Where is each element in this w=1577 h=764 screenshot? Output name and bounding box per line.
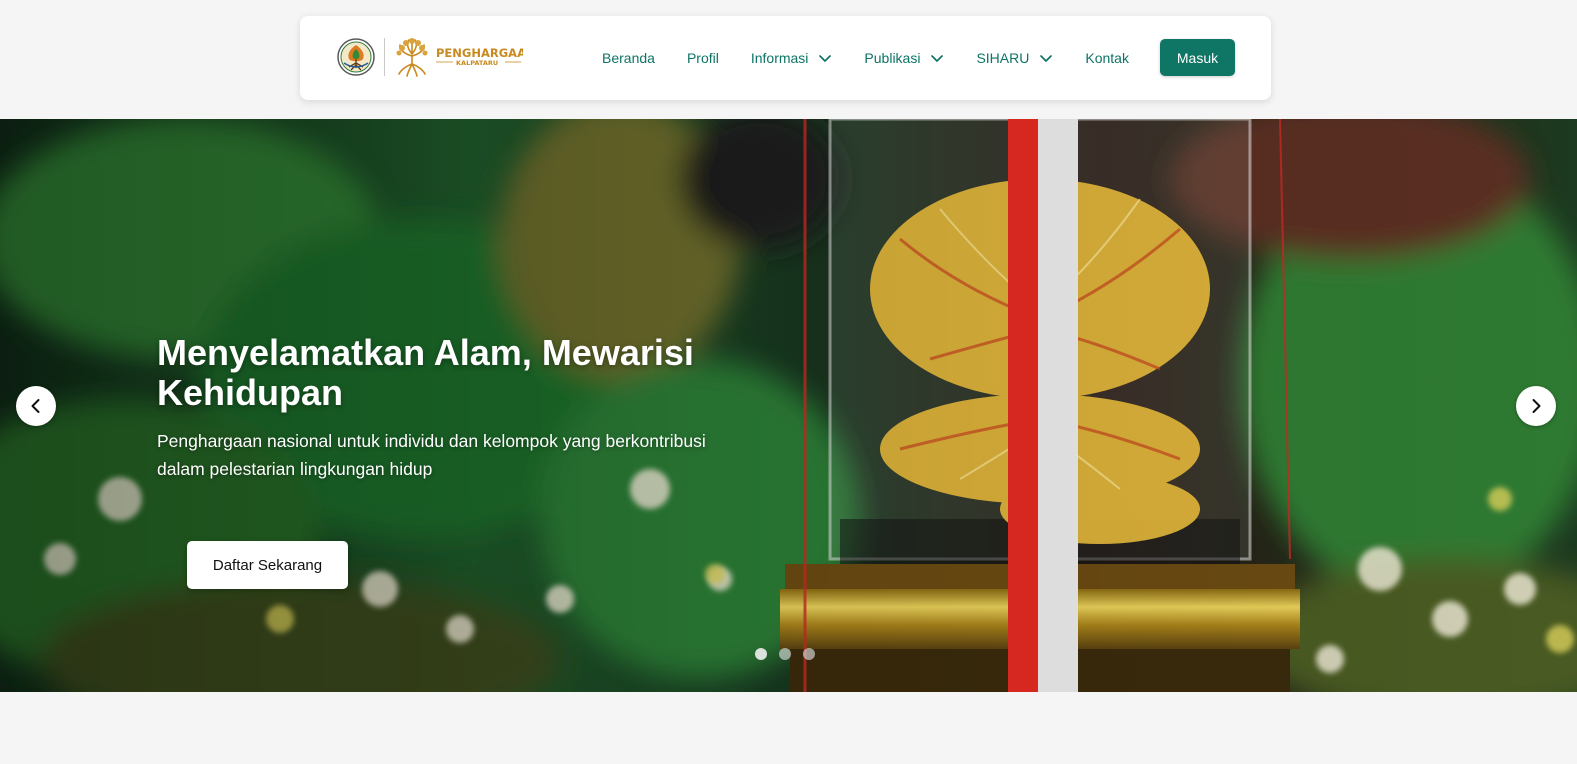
carousel-prev-button[interactable] <box>16 386 56 426</box>
register-now-button[interactable]: Daftar Sekarang <box>187 541 348 589</box>
chevron-down-icon <box>931 55 944 62</box>
nav-siharu[interactable]: SIHARU <box>976 50 1053 66</box>
login-button[interactable]: Masuk <box>1160 39 1235 76</box>
carousel-dot-1[interactable] <box>755 648 767 660</box>
nav-publikasi[interactable]: Publikasi <box>864 50 944 66</box>
brand-logos[interactable]: PENGHARGAAN KALPATARU <box>336 36 523 78</box>
nav-profil[interactable]: Profil <box>687 50 719 66</box>
carousel-dot-2[interactable] <box>779 648 791 660</box>
nav-profil-label: Profil <box>686 50 719 66</box>
navbar: PENGHARGAAN KALPATARU Beranda Profil Inf… <box>300 16 1271 100</box>
nav-informasi-label: Informasi <box>750 50 809 66</box>
nav-siharu-label: SIHARU <box>976 50 1030 66</box>
hero-subtitle: Penghargaan nasional untuk individu dan … <box>157 431 706 479</box>
nav-beranda-label: Beranda <box>602 50 655 66</box>
klhk-emblem-logo <box>337 38 375 76</box>
logo-line1: PENGHARGAAN <box>436 46 523 60</box>
nav-informasi[interactable]: Informasi <box>751 50 833 66</box>
nav-beranda[interactable]: Beranda <box>602 50 655 66</box>
chevron-right-icon <box>1532 399 1541 413</box>
nav-kontak[interactable]: Kontak <box>1085 50 1129 66</box>
kalpataru-logo: PENGHARGAAN KALPATARU <box>396 38 523 77</box>
carousel-dot-3[interactable] <box>803 648 815 660</box>
chevron-down-icon <box>1040 55 1053 62</box>
hero-title: Menyelamatkan Alam, Mewarisi Kehidupan <box>157 332 694 413</box>
logo-line2: KALPATARU <box>456 59 498 67</box>
chevron-left-icon <box>31 399 40 413</box>
nav-kontak-label: Kontak <box>1085 50 1129 66</box>
hero-carousel: Menyelamatkan Alam, Mewarisi Kehidupan P… <box>0 119 1577 692</box>
carousel-next-button[interactable] <box>1516 386 1556 426</box>
carousel-indicators <box>755 648 815 660</box>
brand-divider <box>384 38 385 76</box>
main-nav: Beranda Profil Informasi Publikasi SIHAR… <box>602 16 1161 100</box>
chevron-down-icon <box>819 55 832 62</box>
nav-publikasi-label: Publikasi <box>864 50 921 66</box>
